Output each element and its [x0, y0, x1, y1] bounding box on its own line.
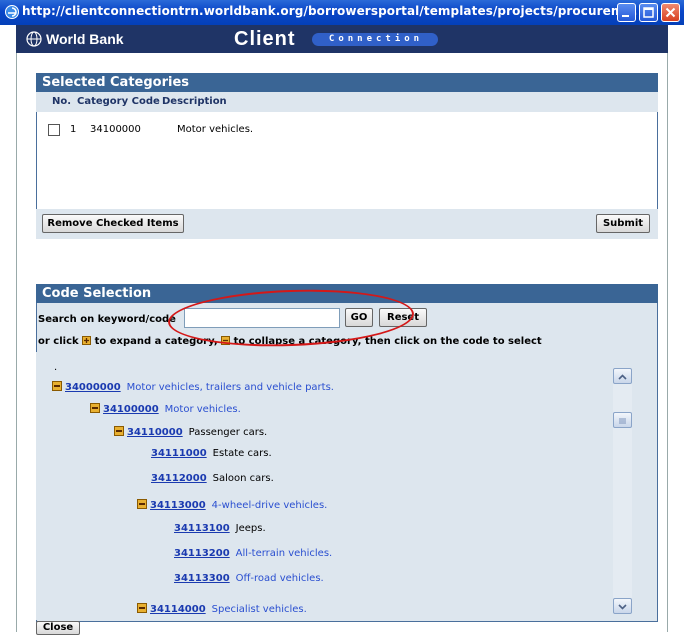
tree-description: 4-wheel-drive vehicles. [211, 500, 328, 511]
chevron-down-icon [618, 604, 627, 610]
tree-scrollbar-track[interactable] [613, 368, 632, 614]
search-label: Search on keyword/code [38, 314, 176, 325]
tree-node: 34110000 Passenger cars. [114, 426, 267, 438]
submit-button[interactable]: Submit [596, 214, 650, 233]
remove-checked-items-button[interactable]: Remove Checked Items [42, 214, 184, 233]
col-category-code: Category Code [77, 96, 160, 107]
row-description: Motor vehicles. [177, 124, 254, 135]
chevron-up-icon [618, 374, 627, 380]
tree-node: 34114000 Specialist vehicles. [137, 603, 307, 615]
collapse-toggle-icon[interactable] [137, 499, 147, 509]
tree-node: 34112000 Saloon cars. [151, 473, 274, 484]
window-title: http://clientconnectiontrn.worldbank.org… [22, 4, 638, 18]
close-window-button[interactable] [661, 3, 680, 22]
tree-code-link[interactable]: 34111000 [151, 448, 207, 459]
tree-code-link[interactable]: 34000000 [65, 382, 121, 393]
collapse-toggle-icon[interactable] [137, 603, 147, 613]
tree-description: Passenger cars. [188, 427, 268, 438]
tree-node: 34113300 Off-road vehicles. [174, 573, 324, 584]
tree-description: Saloon cars. [212, 473, 274, 484]
selected-categories-title: Selected Categories [36, 73, 658, 92]
tree-description: Estate cars. [212, 448, 272, 459]
tree-code-link[interactable]: 34112000 [151, 473, 207, 484]
tree-code-link[interactable]: 34100000 [103, 404, 159, 415]
tree-code-link[interactable]: 34110000 [127, 427, 183, 438]
collapse-toggle-icon[interactable] [114, 426, 124, 436]
instruction-text-a: or click [38, 336, 83, 347]
tree-node: 34113100 Jeeps. [174, 523, 266, 534]
minimize-button[interactable] [617, 3, 636, 22]
tree-description: Off-road vehicles. [235, 573, 324, 584]
tree-node: 34000000 Motor vehicles, trailers and veh… [52, 381, 334, 393]
tree-description: Specialist vehicles. [211, 604, 307, 615]
category-tree: . 34000000 Motor vehicles, trailers and v… [36, 352, 656, 620]
tree-node: 34111000 Estate cars. [151, 448, 272, 459]
tree-node: 34100000 Motor vehicles. [90, 403, 241, 415]
internet-explorer-icon [5, 5, 19, 19]
globe-icon [26, 31, 42, 47]
close-button[interactable]: Close [36, 621, 80, 635]
tree-code-link[interactable]: 34113100 [174, 523, 230, 534]
col-no: No. [52, 96, 72, 107]
row-checkbox[interactable] [48, 124, 60, 136]
grip-icon [619, 418, 626, 424]
tree-node: 34113000 4-wheel-drive vehicles. [137, 499, 327, 511]
tree-description: Motor vehicles. [164, 404, 241, 415]
scroll-down-button[interactable] [613, 598, 632, 614]
tree-description: All-terrain vehicles. [235, 548, 333, 559]
org-name: World Bank [46, 31, 124, 47]
tree-description: Jeeps. [235, 523, 266, 534]
tree-description: Motor vehicles, trailers and vehicle par… [126, 382, 334, 393]
tree-code-link[interactable]: 34113300 [174, 573, 230, 584]
collapse-toggle-icon[interactable] [52, 381, 62, 391]
collapse-toggle-icon[interactable] [90, 403, 100, 413]
tree-code-link[interactable]: 34113200 [174, 548, 230, 559]
tree-code-link[interactable]: 34114000 [150, 604, 206, 615]
window-title-bar: http://clientconnectiontrn.worldbank.org… [0, 0, 684, 25]
app-name: Client [234, 28, 296, 50]
tree-dot: . [54, 362, 58, 373]
tree-node: 34113200 All-terrain vehicles. [174, 548, 332, 559]
app-subtitle: Connection [312, 33, 438, 46]
tree-code-link[interactable]: 34113000 [150, 500, 206, 511]
row-category-code: 34100000 [90, 124, 141, 135]
selected-columns-header: No. Category Code Description [36, 92, 658, 112]
col-description: Description [162, 96, 227, 107]
expand-icon [82, 336, 92, 345]
brand-header: World Bank Client Connection [16, 25, 668, 53]
row-number: 1 [70, 124, 77, 135]
maximize-button[interactable] [639, 3, 658, 22]
scroll-thumb[interactable] [613, 412, 632, 428]
scroll-up-button[interactable] [613, 368, 632, 384]
